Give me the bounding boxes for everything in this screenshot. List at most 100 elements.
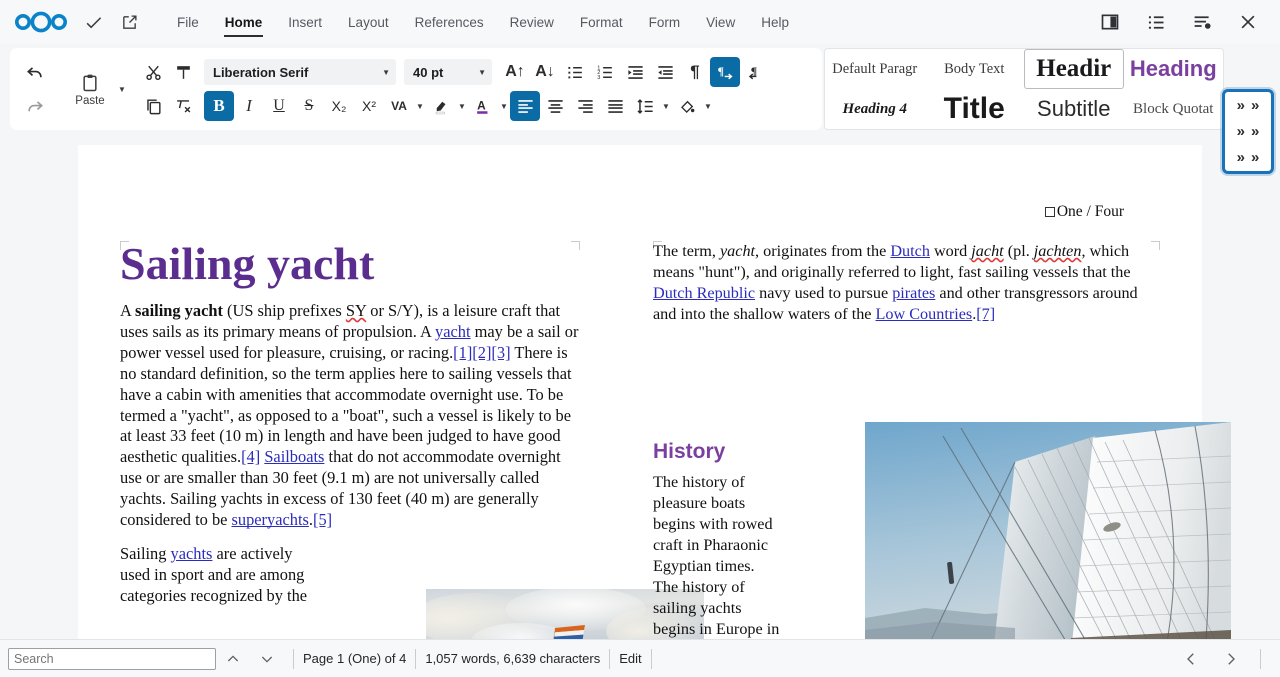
line-spacing-caret[interactable]: ▼ xyxy=(660,102,672,111)
character-spacing-button[interactable]: VA xyxy=(384,91,414,121)
link-yacht[interactable]: yacht xyxy=(435,322,471,341)
double-chevron-icon[interactable]: » xyxy=(1237,124,1245,139)
chevron-right-icon[interactable] xyxy=(1211,644,1251,674)
search-input[interactable] xyxy=(8,647,216,670)
paste-dropdown-caret[interactable]: ▼ xyxy=(116,85,128,94)
font-color-icon[interactable]: A xyxy=(468,91,498,121)
chevron-left-icon[interactable] xyxy=(1171,644,1211,674)
styles-expand-panel[interactable]: » » » » » » xyxy=(1222,89,1274,174)
align-right-icon[interactable] xyxy=(570,91,600,121)
style-heading[interactable]: Headir xyxy=(1024,49,1124,89)
character-spacing-caret[interactable]: ▼ xyxy=(414,102,426,111)
page-indicator[interactable]: Page 1 (One) of 4 xyxy=(303,651,406,666)
chevron-down-icon[interactable] xyxy=(250,644,284,674)
formatting-marks-button[interactable]: ¶ xyxy=(680,57,710,87)
italic-button[interactable]: I xyxy=(234,91,264,121)
menu-item-file[interactable]: File xyxy=(164,11,212,34)
line-spacing-icon[interactable] xyxy=(630,91,660,121)
sidebar-toggle-icon[interactable] xyxy=(1096,8,1124,36)
menu-item-help[interactable]: Help xyxy=(748,11,802,34)
reference-link[interactable]: [5] xyxy=(313,510,332,529)
decrease-indent-icon[interactable] xyxy=(650,57,680,87)
toolbar-card: Paste ▼ Liberation Serif ▼ 40 pt ▼ A↑ A↓… xyxy=(10,48,822,130)
style-default-paragraph[interactable]: Default Paragr xyxy=(825,49,925,89)
shrink-font-button[interactable]: A↓ xyxy=(530,57,560,87)
right-text-column[interactable]: The term, yacht, originates from the Dut… xyxy=(653,241,1163,338)
grow-font-button[interactable]: A↑ xyxy=(500,57,530,87)
clear-formatting-icon[interactable] xyxy=(168,91,198,121)
left-text-column[interactable]: Sailing yacht A sailing yacht (US ship p… xyxy=(120,241,580,620)
redo-icon[interactable] xyxy=(20,91,50,121)
font-color-caret[interactable]: ▼ xyxy=(498,102,510,111)
document-page[interactable]: One / Four Sailing yacht A sailing yacht… xyxy=(78,145,1231,639)
align-left-icon[interactable] xyxy=(510,91,540,121)
reference-link[interactable]: [4] xyxy=(241,447,260,466)
font-name-select[interactable]: Liberation Serif ▼ xyxy=(204,59,396,85)
list-view-icon[interactable] xyxy=(1142,8,1170,36)
history-section[interactable]: History The history of pleasure boats be… xyxy=(653,420,783,639)
double-chevron-icon[interactable]: » xyxy=(1251,98,1259,113)
link-dutch-republic[interactable]: Dutch Republic xyxy=(653,284,755,302)
bold-button[interactable]: B xyxy=(204,91,234,121)
reference-link[interactable]: [7] xyxy=(976,305,995,323)
justify-icon[interactable] xyxy=(600,91,630,121)
link-pirates[interactable]: pirates xyxy=(892,284,935,302)
style-heading-4[interactable]: Heading 4 xyxy=(825,89,925,129)
strikethrough-button[interactable]: S xyxy=(294,91,324,121)
link-yachts[interactable]: yachts xyxy=(171,544,213,563)
copy-icon[interactable] xyxy=(138,91,168,121)
clone-formatting-icon[interactable] xyxy=(168,57,198,87)
link-superyachts[interactable]: superyachts xyxy=(232,510,309,529)
double-chevron-icon[interactable]: » xyxy=(1237,150,1245,165)
nextcloud-logo[interactable] xyxy=(14,9,70,35)
double-chevron-icon[interactable]: » xyxy=(1251,150,1259,165)
menu-item-view[interactable]: View xyxy=(693,11,748,34)
background-color-icon[interactable] xyxy=(672,91,702,121)
reference-link[interactable]: [1] xyxy=(453,343,472,362)
chevron-up-icon[interactable] xyxy=(216,644,250,674)
background-color-caret[interactable]: ▼ xyxy=(702,102,714,111)
check-icon[interactable] xyxy=(80,9,106,35)
style-heading-2[interactable]: Heading xyxy=(1124,49,1224,89)
document-canvas[interactable]: One / Four Sailing yacht A sailing yacht… xyxy=(0,134,1280,639)
double-chevron-icon[interactable]: » xyxy=(1251,124,1259,139)
reference-link[interactable]: [3] xyxy=(491,343,510,362)
word-count[interactable]: 1,057 words, 6,639 characters xyxy=(425,651,600,666)
menu-item-home[interactable]: Home xyxy=(212,11,276,37)
external-link-icon[interactable] xyxy=(116,9,142,35)
menu-item-format[interactable]: Format xyxy=(567,11,636,34)
font-size-select[interactable]: 40 pt ▼ xyxy=(404,59,492,85)
underline-button[interactable]: U xyxy=(264,91,294,121)
increase-indent-icon[interactable] xyxy=(620,57,650,87)
paragraph-rtl-button[interactable]: ¶ xyxy=(740,57,770,87)
cut-icon[interactable] xyxy=(138,57,168,87)
link-low-countries[interactable]: Low Countries xyxy=(876,305,973,323)
style-block-quotation[interactable]: Block Quotat xyxy=(1124,89,1224,129)
superscript-button[interactable]: X² xyxy=(354,91,384,121)
sailing-yacht-sails-photo[interactable] xyxy=(865,422,1231,639)
double-chevron-icon[interactable]: » xyxy=(1237,98,1245,113)
highlight-color-caret[interactable]: ▼ xyxy=(456,102,468,111)
highlight-color-icon[interactable] xyxy=(426,91,456,121)
close-icon[interactable] xyxy=(1234,8,1262,36)
paste-button[interactable]: Paste xyxy=(64,72,116,107)
menu-item-layout[interactable]: Layout xyxy=(335,11,402,34)
numbered-list-icon[interactable]: 1 2 3 xyxy=(590,57,620,87)
menu-item-review[interactable]: Review xyxy=(497,11,567,34)
style-body-text[interactable]: Body Text xyxy=(925,49,1025,89)
menu-item-references[interactable]: References xyxy=(402,11,497,34)
undo-icon[interactable] xyxy=(20,57,50,87)
paragraph-ltr-button[interactable]: ¶ xyxy=(710,57,740,87)
menu-item-form[interactable]: Form xyxy=(636,11,694,34)
style-subtitle[interactable]: Subtitle xyxy=(1024,89,1124,129)
reference-link[interactable]: [2] xyxy=(472,343,491,362)
style-title[interactable]: Title xyxy=(925,89,1025,129)
link-dutch[interactable]: Dutch xyxy=(890,242,930,260)
subscript-button[interactable]: X₂ xyxy=(324,91,354,121)
bullet-list-icon[interactable] xyxy=(560,57,590,87)
menu-item-insert[interactable]: Insert xyxy=(275,11,335,34)
comments-icon[interactable] xyxy=(1188,8,1216,36)
link-sailboats[interactable]: Sailboats xyxy=(264,447,324,466)
align-center-icon[interactable] xyxy=(540,91,570,121)
edit-mode-indicator[interactable]: Edit xyxy=(619,651,641,666)
